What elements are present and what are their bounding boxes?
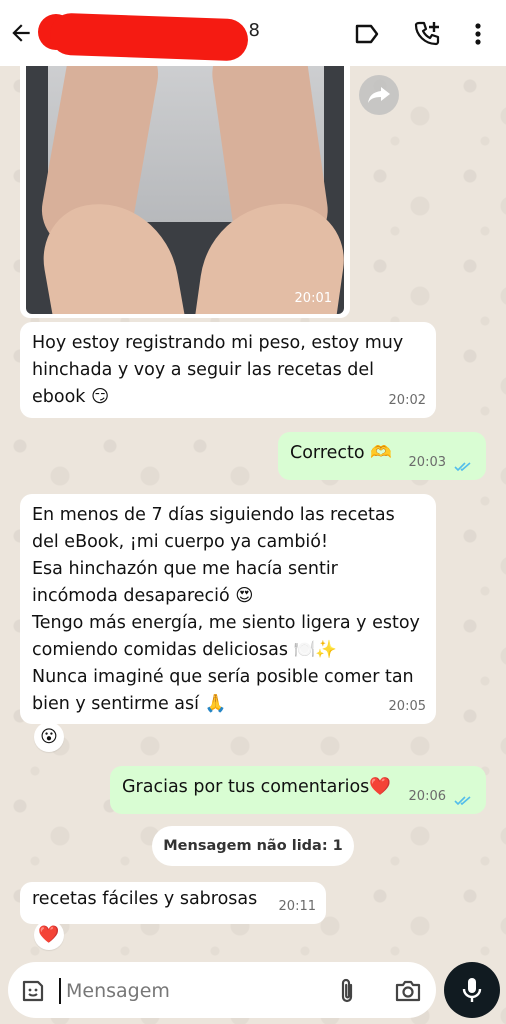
redaction-mark (49, 12, 249, 62)
attach-icon[interactable] (334, 976, 360, 1006)
read-ticks-icon (454, 462, 471, 472)
outgoing-message[interactable]: Correcto 🫶 20:03 (278, 432, 486, 480)
message-time: 20:02 (388, 393, 426, 408)
camera-icon[interactable] (392, 976, 424, 1006)
image-message[interactable]: 20:01 (20, 52, 350, 318)
more-vertical-icon[interactable] (466, 20, 490, 48)
incoming-message[interactable]: Hoy estoy registrando mi peso, estoy muy… (20, 322, 436, 418)
message-time: 20:03 (408, 455, 446, 470)
message-text: Hoy estoy registrando mi peso, estoy muy… (32, 333, 404, 407)
reaction-badge[interactable]: ❤️ (34, 920, 64, 950)
forward-icon (368, 87, 390, 103)
forward-button[interactable] (359, 75, 399, 115)
microphone-icon (462, 978, 482, 1002)
chat-header: 8 (0, 0, 506, 66)
message-line: Nunca imaginé que sería posible comer ta… (32, 667, 414, 714)
outgoing-message[interactable]: Gracias por tus comentarios❤️ 20:06 (110, 766, 486, 814)
label-icon[interactable] (352, 20, 382, 48)
message-text: Gracias por tus comentarios❤️ (122, 777, 392, 797)
microphone-button[interactable] (444, 962, 500, 1018)
message-time: 20:01 (294, 291, 332, 306)
sticker-icon[interactable] (18, 976, 48, 1006)
message-time: 20:05 (388, 699, 426, 714)
back-arrow-icon[interactable] (6, 18, 36, 48)
message-line: Esa hinchazón que me hacía sentir incómo… (32, 559, 338, 606)
message-time: 20:11 (278, 899, 316, 914)
text-caret (59, 978, 61, 1004)
message-composer (8, 962, 436, 1018)
message-input[interactable] (64, 974, 318, 1008)
read-ticks-icon (454, 796, 471, 806)
message-text: Correcto 🫶 (290, 443, 392, 463)
message-text: recetas fáciles y sabrosas (32, 889, 258, 909)
incoming-message[interactable]: En menos de 7 días siguiendo las recetas… (20, 494, 436, 724)
unread-messages-banner: Mensagem não lida: 1 (152, 826, 354, 866)
message-line: En menos de 7 días siguiendo las recetas… (32, 505, 395, 552)
add-call-icon[interactable] (412, 18, 442, 48)
message-time: 20:06 (408, 789, 446, 804)
reaction-badge[interactable]: 😮 (34, 722, 64, 752)
message-line: Tengo más energía, me siento ligera y es… (32, 613, 420, 660)
scale-photo[interactable]: 20:01 (26, 52, 344, 314)
incoming-message[interactable]: recetas fáciles y sabrosas 20:11 (20, 882, 326, 924)
